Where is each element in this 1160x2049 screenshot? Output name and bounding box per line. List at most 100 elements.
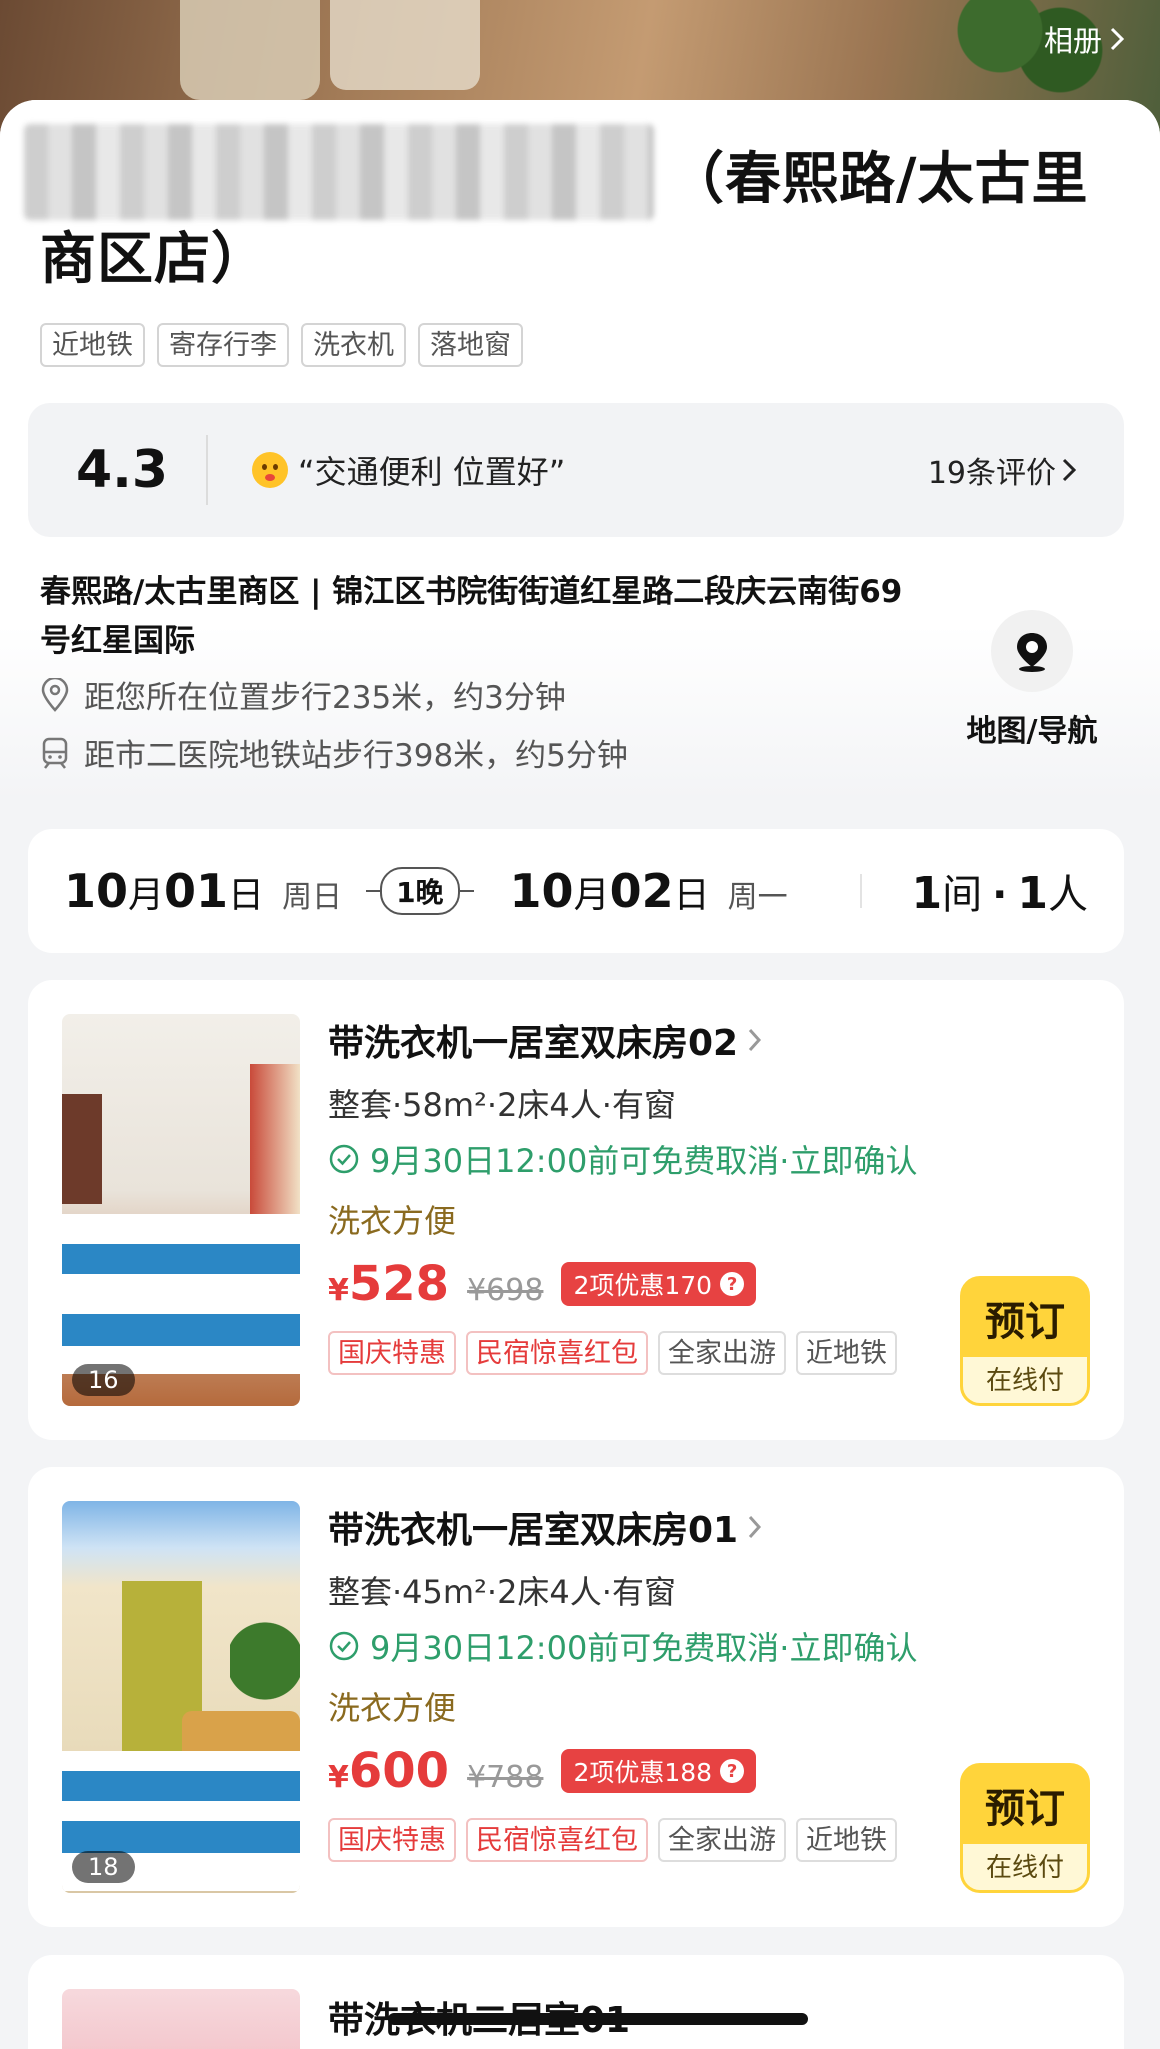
- chip: 民宿惊喜红包: [466, 1818, 648, 1862]
- book-label: 预订: [985, 1299, 1065, 1345]
- hero-chair: [180, 0, 320, 100]
- people-unit: 人: [1048, 872, 1088, 918]
- checkout-weekday: 周一: [727, 880, 788, 915]
- checkin-weekday: 周日: [282, 880, 343, 915]
- checkin-month: 10: [64, 864, 129, 918]
- month-unit: 月: [128, 875, 165, 916]
- hotel-detail-sheet: （春熙路/太古里 商区店） 近地铁 寄存行李 洗衣机 落地窗 4.3 “交通便利…: [0, 100, 1160, 2049]
- hotel-title-line1: （春熙路/太古里: [668, 147, 1089, 212]
- price-value: 528: [348, 1256, 450, 1312]
- hero-chair: [330, 0, 480, 90]
- rooms-count: 1: [911, 868, 943, 919]
- room-name-text: 带洗衣机一居室双床房01: [328, 1510, 739, 1551]
- review-quote: “交通便利 位置好”: [298, 453, 566, 491]
- chip: 国庆特惠: [328, 1331, 456, 1375]
- album-label: 相册: [1043, 24, 1102, 58]
- date-guest-selector[interactable]: 10 月 01 日 周日 1晚 10 月 02 日 周一 1间 · 1人: [28, 829, 1124, 953]
- promo-text: 2项优惠170: [573, 1271, 713, 1300]
- day-unit: 日: [228, 875, 265, 916]
- map-label: 地图/导航: [966, 714, 1098, 749]
- room-photo[interactable]: 18: [62, 1501, 300, 1893]
- room-chips: 国庆特惠 民宿惊喜红包 全家出游 近地铁: [328, 1331, 897, 1375]
- hotel-address: 春熙路/太古里商区 | 锦江区书院街街道红星路二段庆云南街69号红星国际: [40, 574, 903, 659]
- chip: 全家出游: [658, 1818, 786, 1862]
- room-card[interactable]: 18 带洗衣机一居室双床房01 整套·45m²·2床4人·有窗 9月30日12:…: [28, 1467, 1124, 1927]
- original-price: ¥788: [467, 1760, 544, 1795]
- chip: 近地铁: [796, 1331, 897, 1375]
- help-icon: ?: [720, 1272, 745, 1296]
- home-indicator: [388, 2013, 808, 2025]
- rooms-unit: 间: [942, 872, 983, 918]
- original-price: ¥698: [467, 1273, 544, 1308]
- album-link[interactable]: 相册: [1044, 18, 1124, 60]
- review-count-link[interactable]: 19条评价: [928, 448, 1076, 492]
- currency: ¥: [328, 1273, 349, 1308]
- book-button[interactable]: 预订 在线付: [960, 1763, 1090, 1893]
- nights-badge: 1晚: [366, 867, 474, 915]
- pay-label: 在线付: [963, 1357, 1087, 1403]
- cancel-policy: 9月30日12:00前可免费取消·立即确认: [328, 1623, 917, 1669]
- pay-label: 在线付: [963, 1844, 1087, 1890]
- rooms-guests-selector[interactable]: 1间 · 1人: [912, 862, 1088, 920]
- room-spec: 整套·58m²·2床4人·有窗: [328, 1086, 676, 1124]
- map-pin-icon: [991, 610, 1073, 692]
- room-spec: 整套·45m²·2床4人·有窗: [328, 1573, 676, 1611]
- room-chips: 国庆特惠 民宿惊喜红包 全家出游 近地铁: [328, 1818, 897, 1862]
- review-score: 4.3: [76, 440, 169, 500]
- help-icon: ?: [720, 1759, 745, 1783]
- room-photo[interactable]: 16: [62, 1014, 300, 1406]
- room-name[interactable]: 带洗衣机一居室双床房02: [328, 1014, 762, 1066]
- hotel-title-line2: 商区店）: [40, 227, 268, 292]
- hotel-tag: 寄存行李: [157, 323, 289, 367]
- chevron-right-icon: [1062, 458, 1076, 482]
- chevron-right-icon: [748, 1515, 762, 1539]
- promo-badge[interactable]: 2项优惠170?: [561, 1262, 757, 1306]
- hotel-tag: 落地窗: [418, 323, 523, 367]
- room-name[interactable]: 带洗衣机一居室双床房01: [328, 1501, 762, 1553]
- price-row: ¥600 ¥788 2项优惠188?: [328, 1743, 757, 1799]
- promo-badge[interactable]: 2项优惠188?: [561, 1749, 757, 1793]
- day-unit: 日: [673, 875, 710, 916]
- map-navigation-button[interactable]: 地图/导航: [942, 610, 1122, 750]
- room-name-text: 带洗衣机一居室双床房02: [328, 1023, 739, 1064]
- checkout-day: 02: [609, 864, 674, 918]
- chip: 国庆特惠: [328, 1818, 456, 1862]
- chip: 近地铁: [796, 1818, 897, 1862]
- review-count-label: 19条评价: [927, 456, 1056, 491]
- room-card-partial[interactable]: 带洗衣机二居室01: [28, 1955, 1124, 2049]
- cancel-policy: 9月30日12:00前可免费取消·立即确认: [328, 1136, 917, 1182]
- price-value: 600: [348, 1743, 450, 1799]
- month-unit: 月: [573, 875, 610, 916]
- chip: 民宿惊喜红包: [466, 1331, 648, 1375]
- checkin-date[interactable]: 10 月 01 日 周日: [64, 864, 342, 918]
- price: ¥600: [328, 1743, 449, 1799]
- hotel-tag: 近地铁: [40, 323, 145, 367]
- photo-count: 18: [72, 1851, 135, 1883]
- room-card[interactable]: 16 带洗衣机一居室双床房02 整套·58m²·2床4人·有窗 9月30日12:…: [28, 980, 1124, 1440]
- distance-user-text: 距您所在位置步行235米，约3分钟: [84, 680, 566, 716]
- chevron-right-icon: [1110, 27, 1124, 51]
- hotel-tags: 近地铁 寄存行李 洗衣机 落地窗: [40, 323, 523, 367]
- hotel-tag: 洗衣机: [301, 323, 406, 367]
- price: ¥528: [328, 1256, 449, 1312]
- distance-metro-row: 距市二医院地铁站步行398米，约5分钟: [40, 730, 628, 775]
- smiley-icon: [252, 452, 288, 488]
- price-row: ¥528 ¥698 2项优惠170?: [328, 1256, 757, 1312]
- location-pin-icon: [41, 677, 69, 712]
- distance-metro-text: 距市二医院地铁站步行398米，约5分钟: [84, 738, 628, 774]
- room-photo[interactable]: [62, 1989, 300, 2049]
- cancel-policy-text: 9月30日12:00前可免费取消·立即确认: [370, 1629, 918, 1667]
- currency: ¥: [328, 1760, 349, 1795]
- chevron-right-icon: [748, 1028, 762, 1052]
- divider: [206, 435, 208, 505]
- review-summary[interactable]: 4.3 “交通便利 位置好” 19条评价: [28, 403, 1124, 537]
- room-feature: 洗衣方便: [328, 1202, 457, 1240]
- checkout-month: 10: [509, 864, 574, 918]
- divider: [859, 874, 862, 908]
- book-button[interactable]: 预订 在线付: [960, 1276, 1090, 1406]
- checkout-date[interactable]: 10 月 02 日 周一: [510, 864, 788, 918]
- photo-count: 16: [72, 1364, 135, 1396]
- book-label: 预订: [985, 1786, 1065, 1832]
- check-circle-icon: [329, 1144, 359, 1174]
- check-circle-icon: [329, 1631, 359, 1661]
